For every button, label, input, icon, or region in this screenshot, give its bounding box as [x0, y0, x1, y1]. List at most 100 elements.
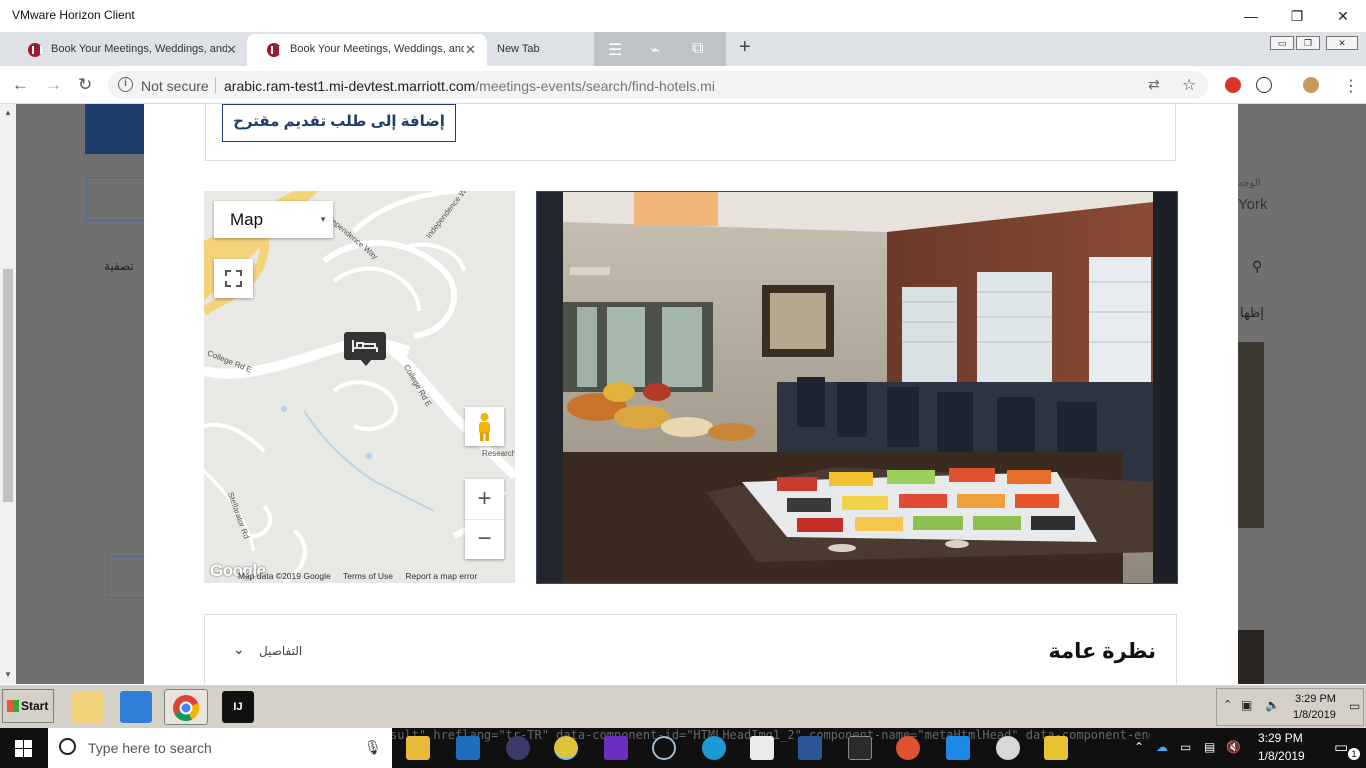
new-tab-button[interactable]: + — [739, 36, 751, 59]
cortana-icon — [59, 738, 76, 755]
chrome-menu-icon[interactable]: ⋮ — [1343, 76, 1359, 96]
tab-book-meetings-1[interactable]: Book Your Meetings, Weddings, and ✕ — [8, 34, 246, 66]
tab-label: Book Your Meetings, Weddings, and — [290, 43, 464, 55]
map-type-selector[interactable]: Map ▼ — [214, 201, 333, 238]
cortana-ring-icon[interactable] — [652, 736, 676, 760]
map-footer: Map data ©2019 Google Terms of Use Repor… — [238, 571, 487, 583]
network-icon[interactable]: ▣ — [1241, 698, 1252, 712]
extension-icon[interactable] — [1225, 77, 1241, 93]
taskbar-search-input[interactable]: Type here to search 🎙 — [48, 728, 392, 768]
skype-icon[interactable] — [702, 736, 726, 760]
security-status: Not secure — [141, 78, 209, 94]
inner-restore-icon[interactable]: ❐ — [1296, 36, 1320, 50]
chrome-icon — [173, 695, 200, 721]
terms-of-use-link[interactable]: Terms of Use — [343, 571, 393, 581]
pegman-icon — [479, 413, 490, 441]
url-field[interactable]: i Not secure arabic.ram-test1.mi-devtest… — [108, 71, 1208, 99]
windows-start-icon[interactable] — [15, 740, 32, 757]
street-label: Research — [482, 449, 515, 458]
disconnect-icon[interactable]: ⌁ — [650, 40, 660, 60]
inner-minimize-icon[interactable]: ▭ — [1270, 36, 1294, 50]
volume-icon[interactable]: 🔈 — [1265, 698, 1280, 712]
tab-close-icon[interactable]: ✕ — [465, 42, 476, 58]
proposal-section: إضافة إلى طلب تقديم مقترح — [205, 104, 1176, 161]
background-city-text: York — [1238, 196, 1268, 213]
forward-icon[interactable]: → — [45, 75, 62, 95]
chrome-taskbar-button[interactable] — [164, 689, 208, 725]
start-button[interactable]: Start — [2, 689, 54, 723]
marriott-favicon-icon — [267, 43, 281, 57]
menu-icon[interactable]: ☰ — [608, 40, 622, 60]
map-type-label: Map — [230, 210, 264, 229]
scroll-up-icon[interactable]: ▲ — [4, 108, 12, 117]
report-map-error-link[interactable]: Report a map error — [405, 571, 477, 581]
onedrive-icon[interactable]: ☁ — [1156, 740, 1168, 754]
photos-icon[interactable] — [750, 736, 774, 760]
translate-icon[interactable]: ⇄ — [1148, 76, 1160, 93]
hotel-marker[interactable] — [344, 332, 386, 366]
bookmark-star-icon[interactable]: ☆ — [1182, 75, 1196, 95]
postman-icon[interactable] — [896, 736, 920, 760]
network-icon[interactable]: ▤ — [1204, 740, 1215, 754]
show-hidden-icons-icon[interactable]: ⌃ — [1223, 698, 1232, 711]
restore-icon[interactable]: ❐ — [1286, 6, 1308, 26]
page-scrollbar[interactable]: ▲ ▼ — [0, 104, 16, 684]
microphone-icon[interactable]: 🎙 — [364, 739, 382, 756]
vmware-toolbar: ☰ ⌁ ⧉ — [594, 32, 726, 66]
intellij-icon[interactable]: IJ — [222, 691, 254, 723]
profile-avatar[interactable] — [1303, 77, 1319, 93]
scroll-down-icon[interactable]: ▼ — [4, 670, 12, 679]
zoom-in-button[interactable]: + — [465, 479, 504, 519]
word-icon[interactable] — [798, 736, 822, 760]
overview-accordion[interactable]: نظرة عامة ⌄ التفاصيل — [204, 614, 1177, 689]
tab-new-tab[interactable]: New Tab — [488, 34, 594, 66]
notification-icon[interactable]: ▭ — [1349, 699, 1360, 713]
vmware-horizon-icon[interactable] — [848, 736, 872, 760]
media-player-icon[interactable] — [120, 691, 152, 723]
wappalyzer-icon[interactable] — [1256, 77, 1272, 93]
show-hidden-icons-icon[interactable]: ⌃ — [1134, 740, 1144, 754]
file-explorer-icon[interactable] — [72, 691, 104, 723]
clock-time: 3:29 PM — [1258, 731, 1303, 745]
tab-close-icon[interactable]: ✕ — [226, 42, 237, 58]
edge-icon[interactable] — [946, 736, 970, 760]
snipping-tool-icon[interactable] — [996, 736, 1020, 760]
outlook-icon[interactable] — [456, 736, 480, 760]
volume-icon[interactable]: 🔇 — [1226, 740, 1241, 754]
close-icon[interactable]: ✕ — [1332, 6, 1354, 26]
vmware-system-tray: ⌃ ▣ 🔈 3:29 PM 1/8/2019 ▭ — [1216, 688, 1364, 726]
chevron-down-icon[interactable]: ⌄ — [233, 641, 245, 658]
zoom-out-button[interactable]: − — [465, 519, 504, 559]
reload-icon[interactable]: ↻ — [78, 75, 92, 95]
hotel-restaurant-photo — [536, 191, 1178, 584]
minimize-icon[interactable]: — — [1240, 6, 1262, 26]
scrollbar-thumb[interactable] — [3, 269, 13, 502]
notification-count-badge: 1 — [1348, 748, 1360, 760]
background-image — [1238, 342, 1264, 528]
restaurant-image — [537, 192, 1177, 583]
add-to-rfp-button[interactable]: إضافة إلى طلب تقديم مقترح — [222, 104, 456, 142]
battery-icon[interactable]: ▭ — [1180, 740, 1191, 754]
chrome-icon[interactable] — [554, 736, 578, 760]
address-bar: ← → ↻ i Not secure arabic.ram-test1.mi-d… — [0, 66, 1366, 104]
eclipse-icon[interactable] — [506, 736, 530, 760]
lock-app-icon[interactable] — [1044, 736, 1068, 760]
background-image — [1238, 630, 1264, 684]
file-explorer-icon[interactable] — [406, 736, 430, 760]
map-zoom-control: + − — [465, 479, 504, 559]
intellij-icon[interactable] — [604, 736, 628, 760]
hotel-map[interactable]: College Rd E College Rd E Independence W… — [204, 191, 515, 583]
send-ctrl-alt-del-icon[interactable]: ⧉ — [692, 40, 703, 58]
divider — [215, 77, 216, 93]
inner-close-icon[interactable]: ✕ — [1326, 36, 1358, 50]
details-toggle[interactable]: التفاصيل — [259, 644, 302, 658]
tab-book-meetings-2[interactable]: Book Your Meetings, Weddings, and ✕ — [247, 34, 487, 66]
map-fullscreen-button[interactable] — [214, 259, 253, 298]
back-icon[interactable]: ← — [12, 75, 29, 95]
marriott-rewards-logo — [85, 104, 145, 154]
street-view-pegman[interactable] — [465, 407, 504, 446]
dropdown-caret-icon: ▼ — [319, 215, 327, 224]
bed-icon — [352, 340, 378, 352]
action-center-icon[interactable]: ▭ — [1334, 738, 1348, 756]
info-icon[interactable]: i — [118, 77, 133, 92]
